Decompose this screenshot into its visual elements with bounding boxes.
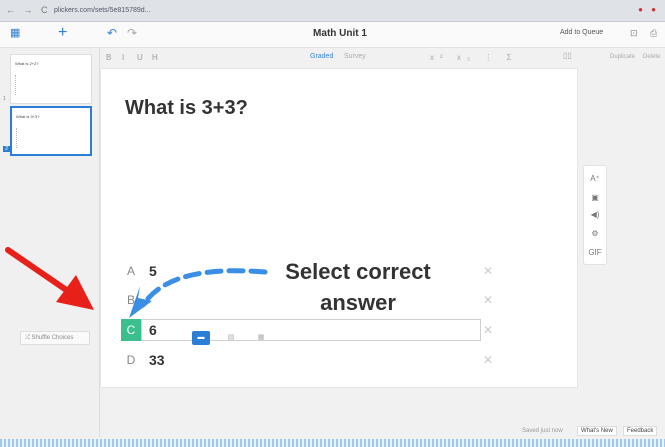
slide-canvas: What is 3+3? A 5 ✕ B ✕ C 6 ✕ D 33 ✕ xyxy=(100,68,578,388)
question-text[interactable]: What is 3+3? xyxy=(125,97,248,120)
italic-button[interactable]: I xyxy=(122,53,124,62)
image-icon[interactable]: ⚙ xyxy=(584,229,606,238)
set-title[interactable]: Math Unit 1 xyxy=(280,28,400,39)
layout-option-2[interactable]: ▤ xyxy=(222,331,240,345)
gif-icon[interactable]: GIF xyxy=(584,248,606,257)
redo-icon[interactable]: ↷ xyxy=(127,26,137,40)
slide-thumbnail-2[interactable]: What is 3+3? xyxy=(10,106,92,156)
slide-thumbnail-1[interactable]: What is 2+2? xyxy=(10,54,92,104)
choice-letter[interactable]: B xyxy=(121,289,141,311)
remove-choice-icon[interactable]: ✕ xyxy=(483,260,493,282)
extension-icons[interactable]: ● ● xyxy=(638,5,659,14)
choice-text[interactable]: 33 xyxy=(149,349,165,371)
choice-d[interactable]: D 33 ✕ xyxy=(121,349,499,371)
media-toolbar: A⁺ ▣ ◀) ⚙ GIF xyxy=(583,165,607,265)
math-tools[interactable]: x² x₂ ⋮ Σ xyxy=(430,53,517,62)
shuffle-choices-button[interactable]: ⤮ Shuffle Choices xyxy=(20,331,90,345)
bold-button[interactable]: B xyxy=(106,53,111,62)
slide-number: 2 xyxy=(3,146,10,152)
undo-icon[interactable]: ↶ xyxy=(107,26,117,40)
text-size-icon[interactable]: A⁺ xyxy=(584,174,606,183)
layout-icon[interactable]: ▯▯ xyxy=(563,51,572,60)
layout-option-1[interactable]: ▬ xyxy=(192,331,210,345)
choice-c[interactable]: C 6 ✕ xyxy=(121,319,499,341)
grid-menu-icon[interactable]: ▦ xyxy=(10,28,20,39)
remove-choice-icon[interactable]: ✕ xyxy=(483,289,493,311)
survey-toggle[interactable]: Survey xyxy=(344,53,366,60)
thumbnail-title: What is 3+3? xyxy=(16,114,40,119)
layout-option-3[interactable]: ▦ xyxy=(252,331,270,345)
choice-text[interactable]: 5 xyxy=(149,260,157,282)
browser-chrome: ← → C plickers.com/sets/5e815789d... ● ● xyxy=(0,0,665,22)
thumbnail-title: What is 2+2? xyxy=(15,61,39,66)
slide-sidebar: What is 2+2? 1 What is 3+3? 2 xyxy=(0,48,100,437)
choice-letter[interactable]: D xyxy=(121,349,141,371)
choice-letter[interactable]: A xyxy=(121,260,141,282)
save-status: Saved just now xyxy=(522,428,563,434)
sound-icon[interactable]: ◀) xyxy=(584,210,606,219)
feedback-button[interactable]: Feedback xyxy=(623,426,658,436)
print-icon[interactable]: ⎙ xyxy=(650,28,657,39)
add-to-queue-button[interactable]: Add to Queue xyxy=(560,29,603,36)
choice-letter[interactable]: C xyxy=(121,319,141,341)
thumbnail-choices xyxy=(15,75,21,95)
delete-button[interactable]: Delete xyxy=(643,54,660,60)
bottom-dotted-strip xyxy=(0,439,665,447)
present-icon[interactable]: ⊡ xyxy=(630,28,638,39)
address-bar[interactable]: plickers.com/sets/5e815789d... xyxy=(54,5,524,17)
format-toolbar: B I U H Graded Survey x² x₂ ⋮ Σ ▯▯ Dupli… xyxy=(100,48,665,68)
status-bar: Saved just now What's New Feedback xyxy=(0,423,665,439)
underline-button[interactable]: U xyxy=(137,53,143,62)
remove-choice-icon[interactable]: ✕ xyxy=(483,319,493,341)
slide-number: 1 xyxy=(3,96,6,102)
browser-nav-buttons[interactable]: ← → C xyxy=(6,5,51,15)
heading-button[interactable]: H xyxy=(152,53,158,62)
annotation-line-1: Select correct xyxy=(285,259,431,284)
choice-text[interactable]: 6 xyxy=(149,319,157,341)
graded-toggle[interactable]: Graded xyxy=(310,53,333,60)
add-slide-button[interactable]: + xyxy=(58,24,67,42)
annotation-line-2: answer xyxy=(320,290,396,315)
thumbnail-choices xyxy=(16,128,22,148)
duplicate-button[interactable]: Duplicate xyxy=(610,54,635,60)
whats-new-button[interactable]: What's New xyxy=(577,426,617,436)
remove-choice-icon[interactable]: ✕ xyxy=(483,349,493,371)
app-header: ▦ + ↶ ↷ Math Unit 1 Add to Queue ⊡ ⎙ xyxy=(0,22,665,48)
video-icon[interactable]: ▣ xyxy=(584,193,606,202)
